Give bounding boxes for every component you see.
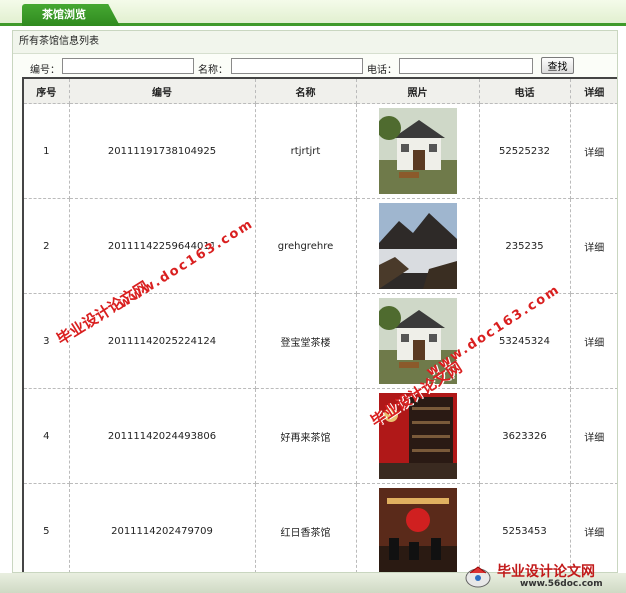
phone-input[interactable] <box>399 58 533 74</box>
header-detail: 详细 <box>569 77 617 104</box>
tab-tea-house-browse[interactable]: 茶馆浏览 <box>22 4 120 26</box>
row-name: rtjrtjrt <box>254 103 357 199</box>
row-code: 20111191738104925 <box>68 103 256 199</box>
row-detail-link[interactable]: 详细 <box>569 103 617 199</box>
row-detail-link[interactable]: 详细 <box>569 198 617 294</box>
table-row: 4 20111142024493806 好再来茶馆 3623326 详细 <box>22 388 617 484</box>
search-bar: 编号： 名称： 电话： 查找 <box>13 56 617 78</box>
row-index: 4 <box>22 388 70 484</box>
row-name: grehgrehre <box>254 198 357 294</box>
row-name: 登宝堂茶楼 <box>254 293 357 389</box>
row-photo <box>355 103 480 199</box>
row-detail-link[interactable]: 详细 <box>569 293 617 389</box>
row-phone: 52525232 <box>478 103 571 199</box>
row-name: 红日香茶馆 <box>254 483 357 572</box>
tea-house-table: 序号 编号 名称 照片 电话 详细 1 20111191738104925 rtjr… <box>22 77 617 572</box>
logo-url: www.56doc.com <box>520 579 603 589</box>
phone-label: 电话： <box>367 65 397 76</box>
row-code: 20111142024493806 <box>68 388 256 484</box>
header-photo: 照片 <box>355 77 480 104</box>
row-index: 5 <box>22 483 70 572</box>
row-phone: 235235 <box>478 198 571 294</box>
row-detail-link[interactable]: 详细 <box>569 388 617 484</box>
table-row: 2 20111142259644011 grehgrehre 235235 详细 <box>22 198 617 294</box>
photo-mountain-icon <box>378 203 457 289</box>
id-input[interactable] <box>62 58 194 74</box>
panel-title: 所有茶馆信息列表 <box>13 31 617 54</box>
search-button[interactable]: 查找 <box>541 57 574 74</box>
id-label: 编号： <box>30 65 60 76</box>
row-photo <box>355 198 480 294</box>
name-label: 名称： <box>198 65 228 76</box>
row-index: 1 <box>22 103 70 199</box>
row-code: 2011114202479709 <box>68 483 256 572</box>
table-header-row: 序号 编号 名称 照片 电话 详细 <box>22 77 617 104</box>
header-code: 编号 <box>68 77 256 104</box>
row-index: 2 <box>22 198 70 294</box>
header-index: 序号 <box>22 77 70 104</box>
top-bar: 茶馆浏览 <box>0 0 626 26</box>
logo-title: 毕业设计论文网 <box>497 564 595 580</box>
table-row: 1 20111191738104925 rtjrtjrt 52525232 详细 <box>22 103 617 199</box>
photo-house-icon <box>378 108 457 194</box>
site-logo: 毕业设计论文网 www.56doc.com <box>460 560 626 593</box>
logo-mouse-icon <box>465 566 491 588</box>
row-phone: 3623326 <box>478 388 571 484</box>
photo-hall-icon <box>378 488 457 572</box>
header-name: 名称 <box>254 77 357 104</box>
name-input[interactable] <box>231 58 363 74</box>
header-phone: 电话 <box>478 77 571 104</box>
row-name: 好再来茶馆 <box>254 388 357 484</box>
